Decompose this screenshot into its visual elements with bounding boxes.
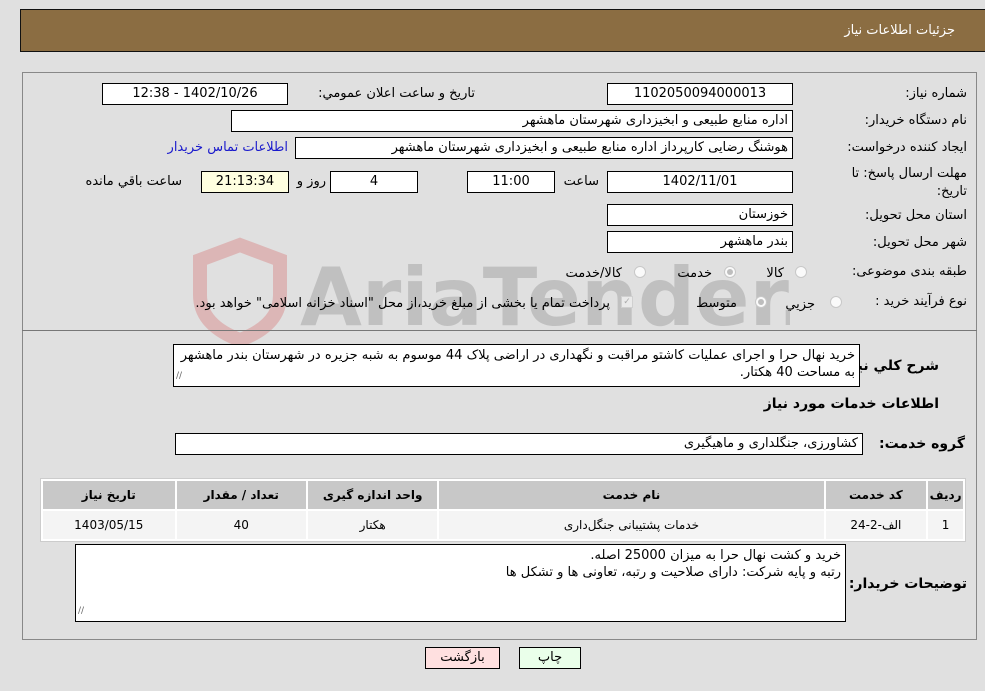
days-label: روز و: [296, 174, 326, 189]
need-number-field: 1102050094000013: [607, 83, 793, 105]
announce-date-field: 1402/10/26 - 12:38: [102, 83, 288, 105]
buyer-org-label: نام دستگاه خریدار:: [864, 113, 967, 128]
announce-date-label: تاریخ و ساعت اعلان عمومي:: [318, 86, 475, 101]
category-goods-service-label: کالا/خدمت: [565, 266, 622, 281]
category-label: طبقه بندی موضوعی:: [851, 264, 967, 279]
creator-field: هوشنگ رضایی کارپرداز اداره منابع طبیعی و…: [295, 137, 793, 159]
days-remaining-field: 4: [330, 171, 418, 193]
buyer-notes-textarea[interactable]: خرید و کشت نهال حرا به میزان 25000 اصله.…: [75, 544, 846, 622]
province-label: استان محل تحویل:: [865, 208, 967, 223]
description-text: خرید نهال حرا و اجرای عملیات کاشتو مراقب…: [180, 348, 855, 380]
deadline-date-field: 1402/11/01: [607, 171, 793, 193]
services-section-title: اطلاعات خدمات مورد نیاز: [763, 396, 939, 412]
col-quantity: تعداد / مقدار: [176, 481, 306, 509]
category-goods-radio[interactable]: [795, 266, 807, 278]
page-title: جزئیات اطلاعات نیاز: [844, 23, 955, 38]
buyer-org-field: اداره منابع طبیعی و ابخیزداری شهرستان ما…: [231, 110, 793, 132]
process-type-label: نوع فرآیند خرید :: [875, 294, 967, 309]
category-service-label: خدمت: [677, 266, 712, 281]
treasury-note: پرداخت تمام یا بخشی از مبلغ خرید،از محل …: [195, 296, 610, 311]
resize-grip-icon[interactable]: ∕∕: [78, 603, 84, 620]
print-button[interactable]: چاپ: [519, 647, 581, 669]
services-table: ردیف کد خدمت نام خدمت واحد اندازه گیری ت…: [40, 478, 966, 542]
process-small-label: جزيي: [785, 297, 815, 312]
resize-grip-icon[interactable]: ∕∕: [176, 368, 182, 385]
time-remaining-label: ساعت باقي مانده: [85, 174, 182, 189]
category-goods-service-radio[interactable]: [634, 266, 646, 278]
process-medium-label: متوسط: [696, 296, 737, 311]
time-remaining-field: 21:13:34: [201, 171, 289, 193]
creator-label: ایجاد کننده درخواست:: [847, 140, 967, 155]
table-row: 1 الف-2-24 خدمات پشتیبانی جنگل‌داری هکتا…: [43, 511, 963, 539]
category-goods-label: کالا: [766, 266, 784, 281]
cell-row-number: 1: [928, 511, 963, 539]
buyer-notes-line-2: رتبه و پایه شرکت: دارای صلاحیت و رتبه، ت…: [505, 565, 841, 580]
page-header: جزئیات اطلاعات نیاز: [20, 9, 985, 52]
back-button[interactable]: بازگشت: [425, 647, 500, 669]
city-field: بندر ماهشهر: [607, 231, 793, 253]
description-textarea[interactable]: خرید نهال حرا و اجرای عملیات کاشتو مراقب…: [173, 344, 860, 387]
province-field: خوزستان: [607, 204, 793, 226]
col-row-number: ردیف: [928, 481, 963, 509]
cell-service-code: الف-2-24: [825, 511, 927, 539]
cell-need-date: 1403/05/15: [43, 511, 175, 539]
process-medium-radio[interactable]: [755, 296, 767, 308]
need-number-label: شماره نیاز:: [905, 86, 967, 101]
treasury-checkbox[interactable]: ✓: [621, 296, 633, 308]
service-group-field: کشاورزی، جنگلداری و ماهیگیری: [175, 433, 863, 455]
col-need-date: تاریخ نیاز: [43, 481, 175, 509]
section-divider: [22, 330, 977, 331]
col-service-name: نام خدمت: [439, 481, 824, 509]
col-unit: واحد اندازه گیری: [307, 481, 438, 509]
process-small-radio[interactable]: [830, 296, 842, 308]
col-service-code: کد خدمت: [825, 481, 927, 509]
buyer-notes-label: توضیحات خریدار:: [848, 576, 967, 592]
cell-quantity: 40: [176, 511, 306, 539]
table-header-row: ردیف کد خدمت نام خدمت واحد اندازه گیری ت…: [43, 481, 963, 509]
deadline-label: مهلت ارسال پاسخ: تا تاریخ:: [851, 166, 967, 199]
cell-service-name: خدمات پشتیبانی جنگل‌داری: [439, 511, 824, 539]
city-label: شهر محل تحویل:: [872, 235, 967, 250]
deadline-time-label: ساعت: [563, 174, 599, 189]
buyer-notes-line-1: خرید و کشت نهال حرا به میزان 25000 اصله.: [590, 548, 841, 563]
service-group-label: گروه خدمت:: [879, 436, 965, 452]
deadline-time-field: 11:00: [467, 171, 555, 193]
buyer-contact-link[interactable]: اطلاعات تماس خریدار: [168, 140, 288, 155]
category-service-radio[interactable]: [724, 266, 736, 278]
cell-unit: هکتار: [307, 511, 438, 539]
